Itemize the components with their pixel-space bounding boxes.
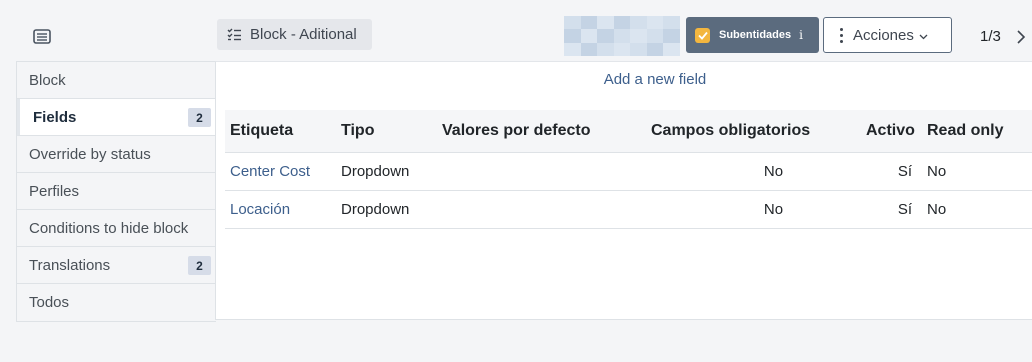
acciones-dropdown-button[interactable]: Acciones bbox=[823, 17, 952, 53]
main-panel: Add a new field Etiqueta Tipo Valores po… bbox=[215, 61, 1032, 320]
fields-table: Etiqueta Tipo Valores por defecto Campos… bbox=[225, 110, 1032, 229]
sidebar-item-label: Fields bbox=[33, 108, 77, 126]
acciones-label: Acciones bbox=[853, 26, 914, 44]
sidebar-item-label: Todos bbox=[29, 294, 70, 311]
table-cell: No bbox=[763, 201, 784, 218]
table-row: Center Cost Dropdown No Sí No bbox=[225, 153, 1032, 191]
info-icon[interactable]: i bbox=[799, 28, 803, 42]
chevron-down-icon bbox=[919, 27, 928, 44]
table-cell: Sí bbox=[897, 163, 912, 180]
sidebar-item-block[interactable]: Block bbox=[17, 62, 216, 99]
column-header: Activo bbox=[866, 122, 915, 139]
top-bar: Block - Aditional Subentidades i Accione… bbox=[0, 0, 1032, 62]
sidebar-item-perfiles[interactable]: Perfiles bbox=[17, 173, 216, 210]
table-cell: Sí bbox=[897, 201, 912, 218]
table-header: Etiqueta Tipo Valores por defecto Campos… bbox=[225, 110, 1032, 153]
sidebar: Block Fields 2 Override by status Perfil… bbox=[16, 61, 216, 322]
table-cell: No bbox=[763, 163, 784, 180]
sidebar-item-label: Override by status bbox=[29, 145, 151, 163]
vertical-dots-icon bbox=[840, 27, 843, 43]
add-field-link[interactable]: Add a new field bbox=[216, 71, 1032, 88]
sidebar-item-label: Block bbox=[29, 71, 66, 89]
subentidades-label: Subentidades bbox=[719, 29, 792, 41]
subentidades-toggle-button[interactable]: Subentidades i bbox=[686, 17, 819, 53]
column-header: Valores por defecto bbox=[442, 122, 591, 139]
column-header: Read only bbox=[927, 122, 1004, 139]
table-row: Locación Dropdown No Sí No bbox=[225, 191, 1032, 229]
sidebar-item-fields[interactable]: Fields 2 bbox=[17, 99, 216, 136]
column-header: Tipo bbox=[341, 122, 375, 139]
column-header: Campos obligatorios bbox=[651, 122, 811, 139]
sidebar-item-translations[interactable]: Translations 2 bbox=[17, 247, 216, 284]
field-link[interactable]: Locación bbox=[225, 201, 341, 218]
block-title-label: Block - Aditional bbox=[250, 26, 357, 43]
table-cell: Dropdown bbox=[341, 163, 410, 180]
sidebar-item-label: Perfiles bbox=[29, 182, 80, 200]
table-cell: Dropdown bbox=[341, 201, 410, 218]
field-link[interactable]: Center Cost bbox=[225, 163, 341, 180]
count-badge: 2 bbox=[188, 256, 211, 275]
sidebar-item-todos[interactable]: Todos bbox=[17, 284, 216, 321]
count-badge: 2 bbox=[188, 108, 211, 127]
sidebar-item-conditions[interactable]: Conditions to hide block bbox=[17, 210, 216, 247]
checklist-icon bbox=[227, 28, 241, 41]
sidebar-item-label: Translations bbox=[29, 256, 111, 274]
table-cell: No bbox=[927, 201, 947, 218]
column-header: Etiqueta bbox=[230, 122, 294, 139]
block-title-button[interactable]: Block - Aditional bbox=[217, 19, 372, 50]
pager-indicator: 1/3 bbox=[980, 28, 1001, 45]
blurred-avatar bbox=[564, 16, 680, 56]
table-cell: No bbox=[927, 163, 947, 180]
sidebar-item-label: Conditions to hide block bbox=[29, 219, 189, 237]
checkbox-checked-icon[interactable] bbox=[695, 27, 710, 43]
sidebar-item-override-by-status[interactable]: Override by status bbox=[17, 136, 216, 173]
chevron-right-icon[interactable] bbox=[1016, 29, 1026, 49]
sidebar-toggle-icon[interactable] bbox=[33, 29, 53, 45]
